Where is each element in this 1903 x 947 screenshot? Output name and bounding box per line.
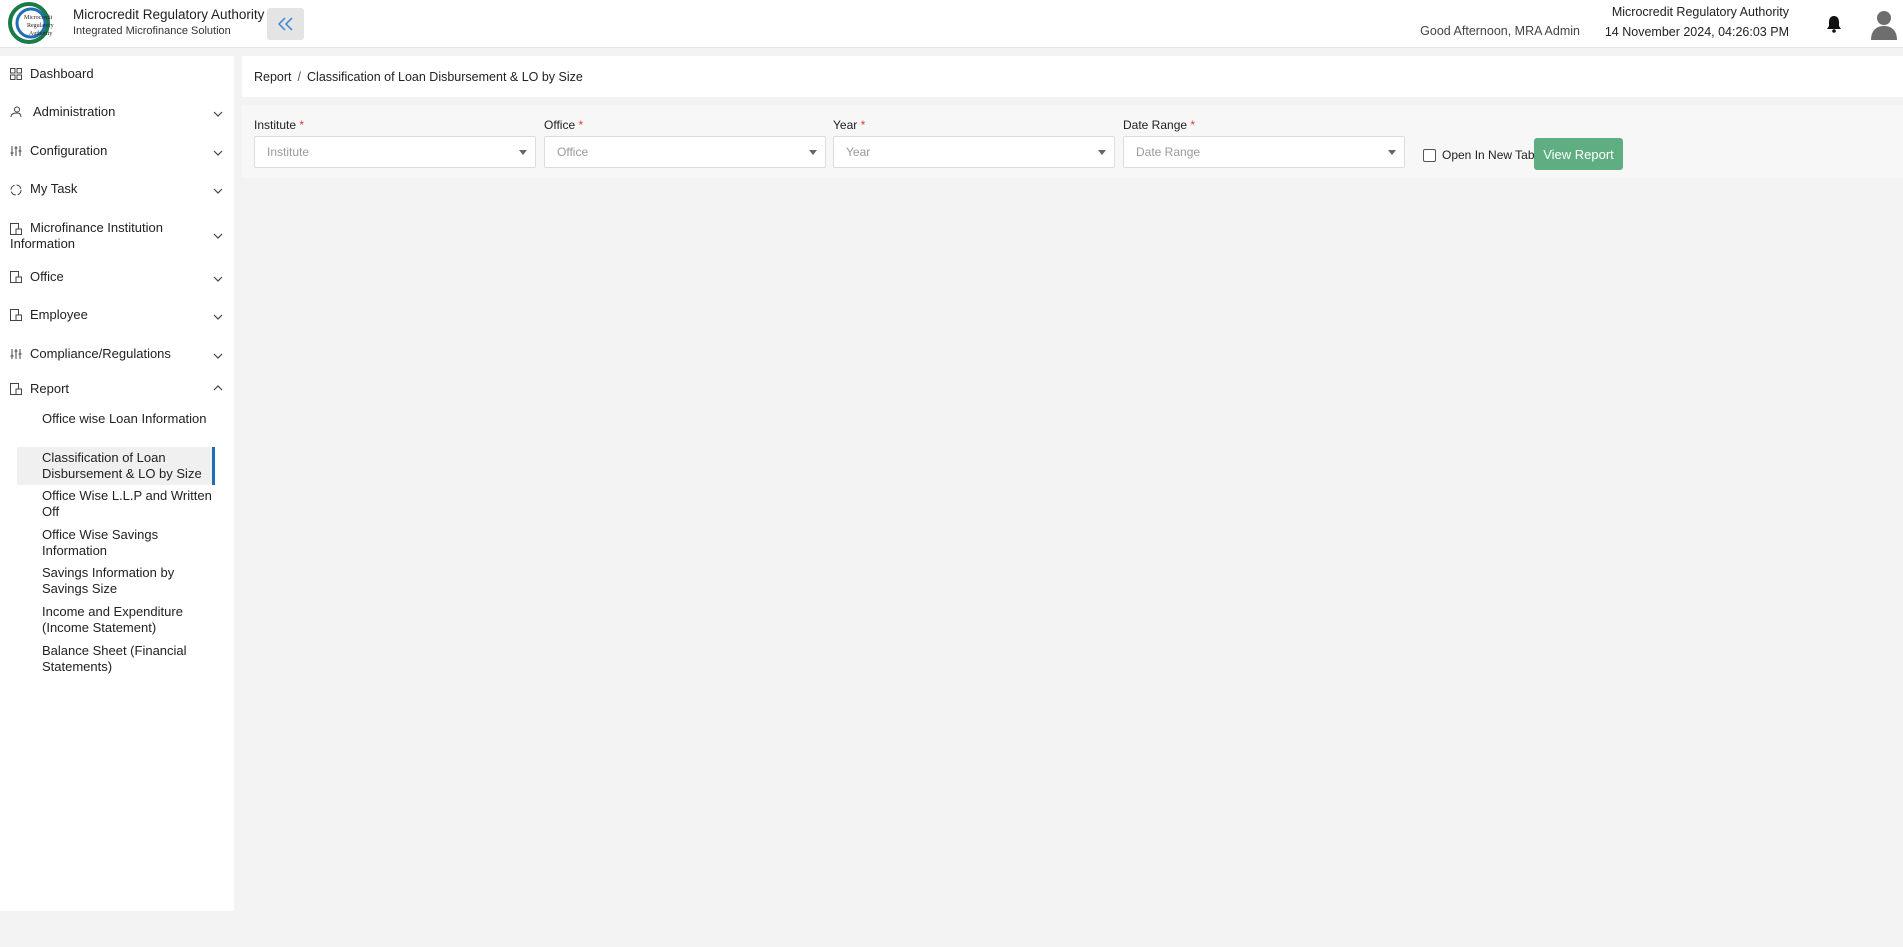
sidebar-item-label: Employee <box>30 307 88 322</box>
sidebar-item-compliance[interactable]: Compliance/Regulations <box>0 342 234 366</box>
breadcrumb-separator: / <box>297 69 302 84</box>
breadcrumb-root[interactable]: Report <box>254 70 292 84</box>
institute-placeholder: Institute <box>267 145 310 159</box>
breadcrumb: Report / Classification of Loan Disburse… <box>242 56 1903 97</box>
office-field: Office * Office <box>544 118 826 168</box>
sidebar-item-my-task[interactable]: My Task <box>0 177 234 201</box>
caret-down-icon <box>809 150 817 155</box>
sidebar-item-mfi-information[interactable]: Microfinance Institution Information <box>0 219 234 253</box>
grid-icon <box>10 68 22 80</box>
sidebar-item-label: Office <box>30 269 64 284</box>
circle-icon <box>10 184 22 196</box>
open-new-tab-checkbox[interactable] <box>1423 148 1436 162</box>
svg-text:Microcredit: Microcredit <box>24 15 53 21</box>
report-sub-office-wise-savings[interactable]: Office Wise Savings Information <box>17 527 214 559</box>
user-avatar-icon[interactable] <box>1869 8 1899 40</box>
office-placeholder: Office <box>557 145 589 159</box>
double-chevron-left-icon <box>277 17 293 31</box>
year-placeholder: Year <box>846 145 871 159</box>
sidebar-item-dashboard[interactable]: Dashboard <box>0 62 234 86</box>
office-select[interactable]: Office <box>544 136 826 168</box>
sidebar-item-administration[interactable]: Administration <box>0 100 234 124</box>
caret-down-icon <box>1388 150 1396 155</box>
year-label: Year * <box>833 118 866 132</box>
greeting-text: Good Afternoon, MRA Admin <box>1420 24 1580 38</box>
chevron-down-icon <box>213 353 223 359</box>
sidebar-item-label: Compliance/Regulations <box>30 346 171 361</box>
report-sub-balance-sheet[interactable]: Balance Sheet (Financial Statements) <box>17 643 214 675</box>
top-header: Microcredit Regulatory Authority Microcr… <box>0 0 1903 48</box>
date-range-select[interactable]: Date Range <box>1123 136 1405 168</box>
sidebar-item-label: My Task <box>30 181 78 196</box>
sidebar-item-office[interactable]: Office <box>0 265 234 289</box>
org-name: Microcredit Regulatory Authority <box>1611 5 1789 19</box>
sidebar: Dashboard Administration Configuration M… <box>0 56 234 911</box>
chevron-up-icon <box>213 385 223 391</box>
bell-icon[interactable] <box>1826 15 1842 33</box>
sidebar-item-label: Report <box>30 381 70 396</box>
institute-field: Institute * Institute <box>254 118 536 168</box>
date-range-label: Date Range * <box>1123 118 1196 132</box>
org-info: Microcredit Regulatory Authority 14 Nove… <box>1585 4 1789 40</box>
sidebar-item-label: Configuration <box>30 143 108 158</box>
report-sub-classification-loan[interactable]: Classification of Loan Disbursement & LO… <box>17 447 215 485</box>
doc-icon <box>10 271 22 283</box>
report-sub-savings-by-size[interactable]: Savings Information by Savings Size <box>17 565 214 597</box>
doc-icon <box>10 309 22 321</box>
year-select[interactable]: Year <box>833 136 1115 168</box>
report-sub-office-wise-llp[interactable]: Office Wise L.L.P and Written Off <box>17 488 214 520</box>
view-report-button[interactable]: View Report <box>1534 138 1623 170</box>
svg-text:Authority: Authority <box>29 31 52 37</box>
year-field: Year * Year <box>833 118 1115 168</box>
date-range-placeholder: Date Range <box>1136 145 1201 159</box>
chevron-down-icon <box>213 188 223 194</box>
sidebar-collapse-button[interactable] <box>267 8 304 40</box>
sidebar-item-employee[interactable]: Employee <box>0 303 234 327</box>
current-datetime: 14 November 2024, 04:26:03 PM <box>1604 25 1789 39</box>
sidebar-item-label: Microfinance Institution Information <box>10 220 163 251</box>
mra-logo: Microcredit Regulatory Authority <box>8 2 54 44</box>
brand-subtitle: Integrated Microfinance Solution <box>73 25 231 37</box>
chevron-down-icon <box>213 111 223 117</box>
report-sub-office-wise-loan[interactable]: Office wise Loan Information <box>17 411 214 427</box>
users-icon <box>10 106 22 118</box>
chevron-down-icon <box>213 276 223 282</box>
svg-text:Regulatory: Regulatory <box>27 23 54 29</box>
chevron-down-icon <box>213 150 223 156</box>
report-sub-income-expenditure[interactable]: Income and Expenditure (Income Statement… <box>17 604 214 636</box>
sidebar-item-label: Dashboard <box>30 66 94 81</box>
date-range-field: Date Range * Date Range <box>1123 118 1405 168</box>
chevron-down-icon <box>213 233 223 239</box>
report-filter-panel: Institute * Institute Office * Office Ye… <box>242 105 1903 178</box>
chevron-down-icon <box>213 314 223 320</box>
breadcrumb-current: Classification of Loan Disbursement & LO… <box>307 69 583 84</box>
sidebar-item-configuration[interactable]: Configuration <box>0 139 234 163</box>
institute-select[interactable]: Institute <box>254 136 536 168</box>
office-label: Office * <box>544 118 584 132</box>
sidebar-item-label: Administration <box>33 104 116 119</box>
sliders-icon <box>10 146 22 156</box>
caret-down-icon <box>1098 150 1106 155</box>
sidebar-item-report[interactable]: Report <box>0 376 234 400</box>
sliders-icon <box>10 349 22 359</box>
brand-title: Microcredit Regulatory Authority <box>73 7 265 22</box>
brand: Microcredit Regulatory Authority Integra… <box>73 6 264 38</box>
open-new-tab-label: Open In New Tab <box>1442 148 1535 162</box>
caret-down-icon <box>519 150 527 155</box>
open-new-tab-option: Open In New Tab <box>1423 148 1535 162</box>
institute-label: Institute * <box>254 118 305 132</box>
doc-icon <box>10 383 22 395</box>
